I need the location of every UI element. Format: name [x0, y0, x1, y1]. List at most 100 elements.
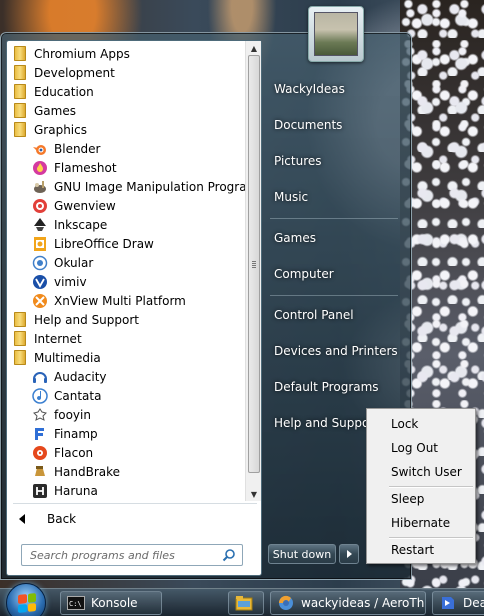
grip-icon — [252, 261, 256, 269]
program-label: Graphics — [34, 122, 87, 137]
folder-icon — [12, 46, 28, 62]
divider — [13, 503, 257, 504]
program-item[interactable]: Gwenview — [7, 196, 245, 215]
program-label: LibreOffice Draw — [54, 236, 154, 251]
shutdown-button[interactable]: Shut down — [268, 544, 336, 564]
vimiv-icon — [32, 274, 48, 290]
menu-item-restart[interactable]: Restart — [391, 543, 434, 557]
program-folder[interactable]: Internet — [7, 329, 245, 348]
menu-item-switch-user[interactable]: Switch User — [391, 465, 462, 479]
inkscape-icon — [32, 217, 48, 233]
menu-divider — [389, 537, 473, 538]
program-folder[interactable]: Games — [7, 101, 245, 120]
programs-scrollbar[interactable]: ▲ ▼ — [245, 41, 261, 501]
program-folder[interactable]: Help and Support — [7, 310, 245, 329]
shutdown-options-button[interactable] — [339, 544, 359, 564]
konsole-icon: C:\ — [67, 596, 85, 610]
taskbar-button-konsole[interactable]: C:\ Konsole — [60, 591, 162, 615]
menu-item-log-out[interactable]: Log Out — [391, 441, 438, 455]
program-item[interactable]: Cantata — [7, 386, 245, 405]
program-label: Okular — [54, 255, 94, 270]
folder-icon — [12, 350, 28, 366]
program-item[interactable]: Flameshot — [7, 158, 245, 177]
fooyin-icon — [32, 407, 48, 423]
program-label: GNU Image Manipulation Program — [54, 179, 245, 194]
program-label: XnView Multi Platform — [54, 293, 186, 308]
menu-item-hibernate[interactable]: Hibernate — [391, 516, 450, 530]
program-item[interactable]: Haruna — [7, 481, 245, 500]
program-label: Flameshot — [54, 160, 117, 175]
taskbar-button-file-manager[interactable] — [228, 591, 264, 615]
start-button[interactable] — [6, 583, 46, 616]
gwenview-icon — [32, 198, 48, 214]
program-folder[interactable]: Chromium Apps — [7, 44, 245, 63]
search-icon[interactable] — [222, 548, 236, 562]
okular-icon — [32, 255, 48, 271]
program-label: Multimedia — [34, 350, 101, 365]
program-item[interactable]: LibreOffice Draw — [7, 234, 245, 253]
place-default-programs[interactable]: Default Programs — [274, 380, 379, 394]
back-button[interactable]: Back — [15, 509, 245, 529]
program-item[interactable]: Blender — [7, 139, 245, 158]
program-item[interactable]: HandBrake — [7, 462, 245, 481]
place-games[interactable]: Games — [274, 231, 316, 245]
cantata-icon — [32, 387, 48, 404]
search-box[interactable] — [21, 544, 243, 566]
handbrake-icon — [32, 464, 48, 480]
program-folder[interactable]: Graphics — [7, 120, 245, 139]
program-item[interactable]: GNU Image Manipulation Program — [7, 177, 245, 196]
scroll-up-arrow-icon[interactable]: ▲ — [246, 41, 262, 55]
all-programs-list: Chromium Apps Development Education Games Gr… — [7, 41, 245, 501]
program-item[interactable]: Finamp — [7, 424, 245, 443]
place-documents[interactable]: Documents — [274, 118, 342, 132]
taskbar-button-label: wackyideas / AeroTh — [301, 596, 425, 610]
taskbar: C:\ Konsole wackyideas / AeroTh Deat — [0, 583, 484, 616]
program-item[interactable]: Okular — [7, 253, 245, 272]
program-label: Finamp — [54, 426, 98, 441]
folder-icon — [12, 312, 28, 328]
place-music[interactable]: Music — [274, 190, 308, 204]
taskbar-button-app[interactable]: Deat — [432, 591, 484, 615]
scroll-thumb[interactable] — [248, 55, 260, 473]
program-label: Inkscape — [54, 217, 108, 232]
svg-text:C:\: C:\ — [69, 600, 82, 608]
program-label: Games — [34, 103, 76, 118]
menu-item-lock[interactable]: Lock — [391, 417, 418, 431]
program-item[interactable]: fooyin — [7, 405, 245, 424]
haruna-icon — [32, 483, 48, 499]
taskbar-button-browser[interactable]: wackyideas / AeroTh — [270, 591, 426, 615]
program-label: Flacon — [54, 445, 94, 460]
program-label: Education — [34, 84, 94, 99]
user-picture[interactable] — [308, 6, 364, 62]
program-item[interactable]: Audacity — [7, 367, 245, 386]
search-input[interactable] — [30, 548, 210, 562]
place-computer[interactable]: Computer — [274, 267, 334, 281]
menu-item-sleep[interactable]: Sleep — [391, 492, 424, 506]
file-manager-icon — [235, 596, 253, 611]
program-item[interactable]: vimiv — [7, 272, 245, 291]
scroll-down-arrow-icon[interactable]: ▼ — [246, 487, 262, 501]
program-folder[interactable]: Multimedia — [7, 348, 245, 367]
user-photo — [314, 12, 358, 56]
place-help-support[interactable]: Help and Support — [274, 416, 379, 430]
program-folder[interactable]: Education — [7, 82, 245, 101]
divider — [270, 295, 398, 296]
place-pictures[interactable]: Pictures — [274, 154, 322, 168]
program-label: Gwenview — [54, 198, 116, 213]
menu-divider — [389, 486, 473, 487]
place-control-panel[interactable]: Control Panel — [274, 308, 354, 322]
place-user-folder[interactable]: WackyIdeas — [274, 82, 345, 96]
divider — [270, 218, 398, 219]
libreoffice-draw-icon — [32, 236, 48, 252]
program-label: Audacity — [54, 369, 107, 384]
power-options-menu: Lock Log Out Switch User Sleep Hibernate… — [366, 408, 476, 564]
program-item[interactable]: XnView Multi Platform — [7, 291, 245, 310]
chevron-right-icon — [346, 550, 352, 558]
program-item[interactable]: Inkscape — [7, 215, 245, 234]
program-folder[interactable]: Development — [7, 63, 245, 82]
program-label: HandBrake — [54, 464, 121, 479]
place-devices-printers[interactable]: Devices and Printers — [274, 344, 398, 358]
flameshot-icon — [32, 160, 48, 176]
programs-pane: Chromium Apps Development Education Games Gr… — [6, 40, 262, 576]
program-item[interactable]: Flacon — [7, 443, 245, 462]
